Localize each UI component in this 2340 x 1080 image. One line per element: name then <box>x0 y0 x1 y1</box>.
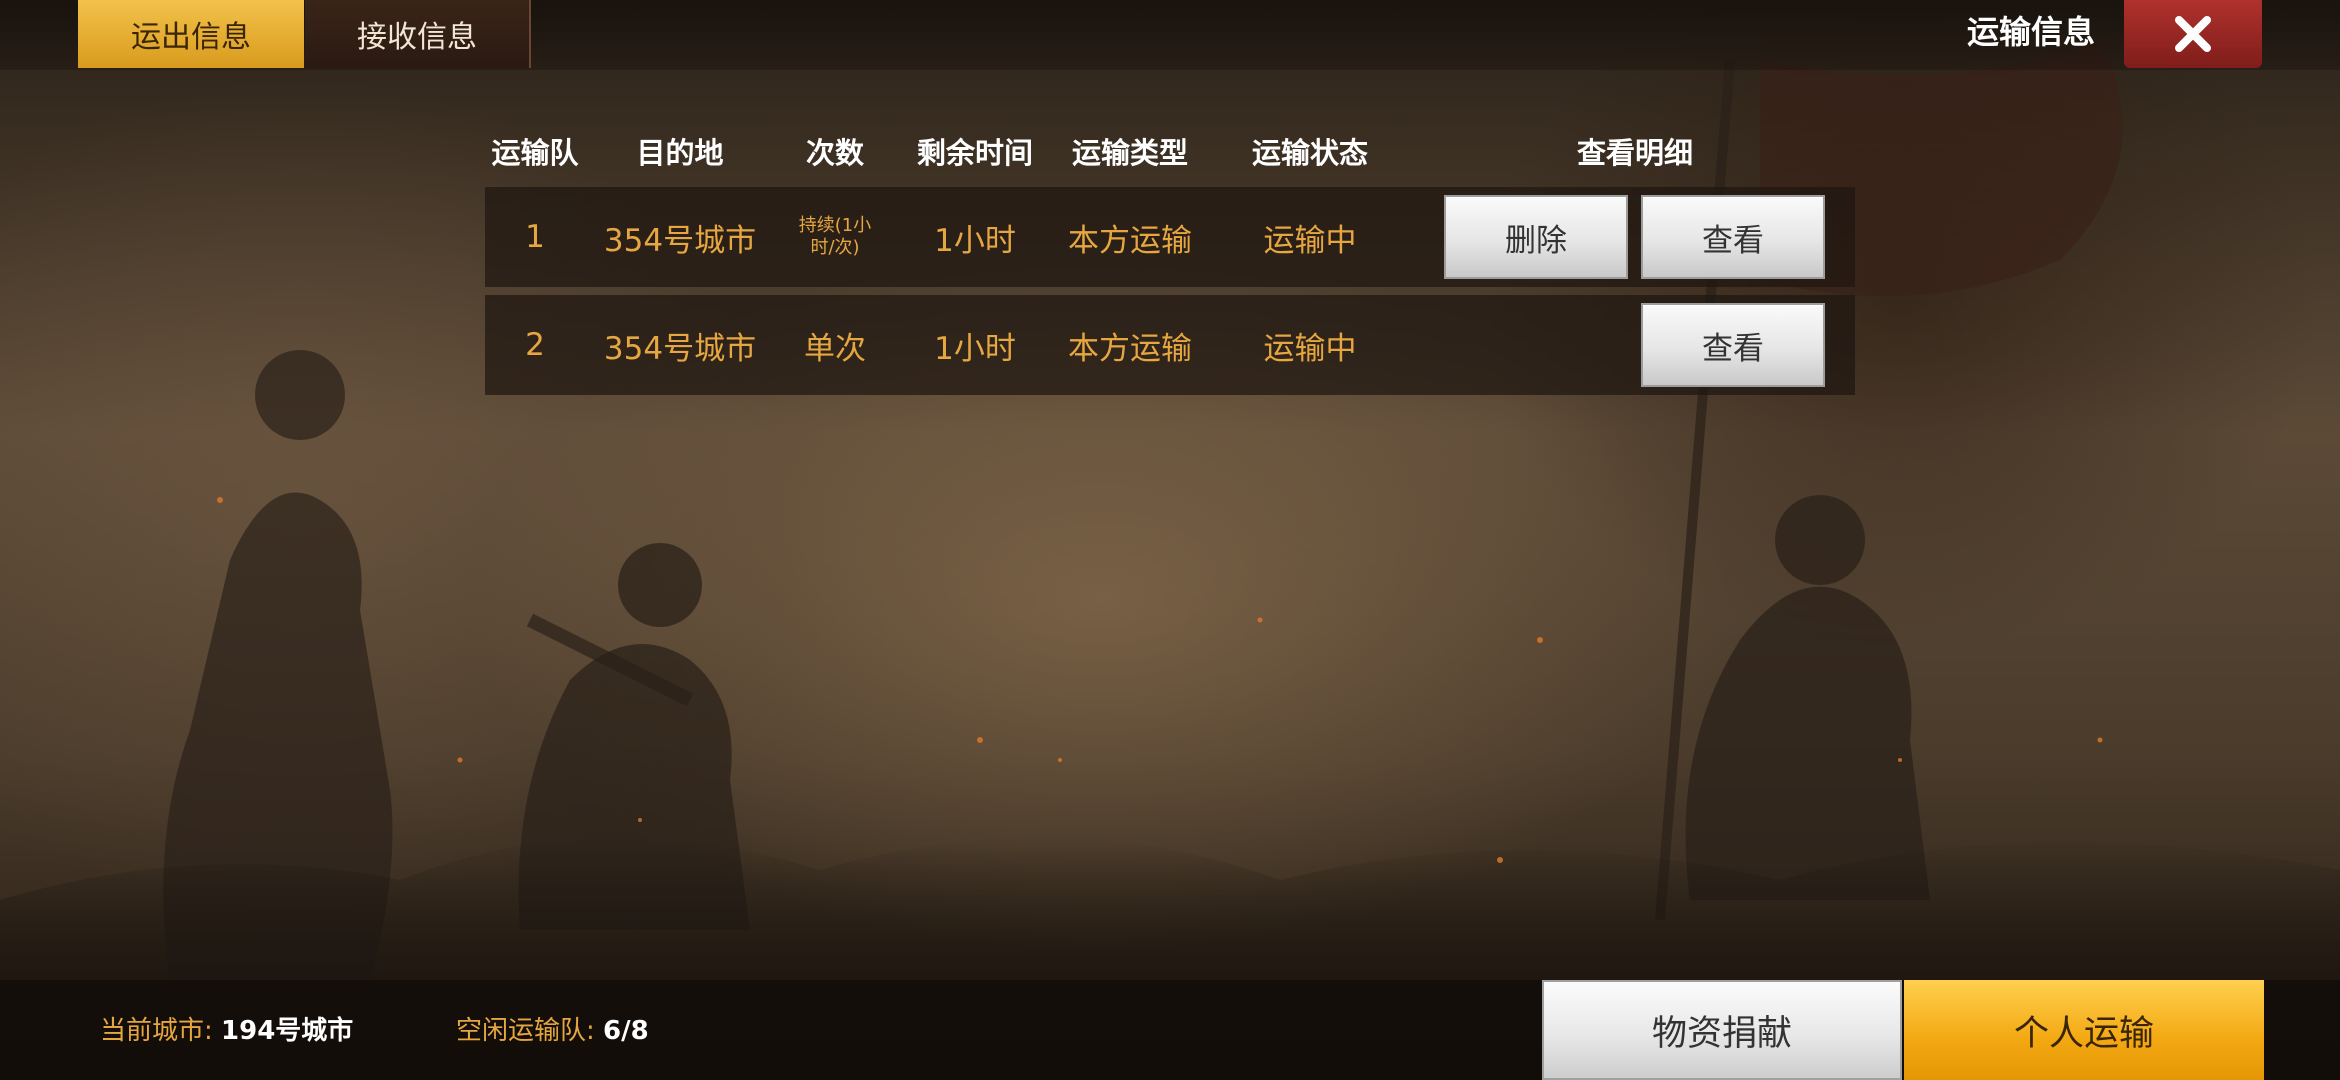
team-number: 1 <box>525 219 545 255</box>
view-button[interactable]: 查看 <box>1641 195 1825 279</box>
donate-supplies-button[interactable]: 物资捐献 <box>1542 980 1902 1080</box>
idle-teams-info: 空闲运输队: 6/8 <box>456 1010 649 1047</box>
tab-outgoing-info[interactable]: 运出信息 <box>78 0 304 68</box>
current-city-label: 当前城市: <box>100 1016 213 1046</box>
table-row: 2 354号城市 单次 1小时 本方运输 运输中 查看 <box>485 295 1855 395</box>
header-remaining-time: 剩余时间 <box>916 136 1033 170</box>
window-title: 运输信息 <box>1966 13 2095 51</box>
header-detail: 查看明细 <box>1576 136 1693 170</box>
remaining-time: 1小时 <box>934 222 1016 259</box>
view-button[interactable]: 查看 <box>1641 303 1825 387</box>
header-destination: 目的地 <box>636 136 724 170</box>
transport-table: 运输队 目的地 次数 剩余时间 运输类型 运输状态 查看明细 1 354号城市 … <box>485 125 1855 395</box>
transport-type: 本方运输 <box>1068 222 1192 259</box>
current-city-info: 当前城市: 194号城市 <box>100 1010 353 1047</box>
header-count: 次数 <box>805 136 864 170</box>
header-team: 运输队 <box>491 136 579 170</box>
count-value: 持续(1小时/次) <box>798 215 872 258</box>
transport-status: 运输中 <box>1263 222 1357 259</box>
transport-type: 本方运输 <box>1068 330 1192 367</box>
table-header: 运输队 目的地 次数 剩余时间 运输类型 运输状态 查看明细 <box>485 125 1855 177</box>
destination: 354号城市 <box>603 330 757 367</box>
count-value: 单次 <box>804 330 866 367</box>
current-city-value: 194号城市 <box>221 1016 354 1046</box>
count-cell: 持续(1小时/次) <box>775 187 895 287</box>
destination: 354号城市 <box>603 222 757 259</box>
idle-teams-label: 空闲运输队: <box>456 1016 595 1046</box>
table-row: 1 354号城市 持续(1小时/次) 1小时 本方运输 运输中 删除 查看 <box>485 187 1855 287</box>
header-transport-type: 运输类型 <box>1071 136 1188 170</box>
idle-teams-value: 6/8 <box>603 1016 649 1046</box>
remaining-time: 1小时 <box>934 330 1016 367</box>
delete-button[interactable]: 删除 <box>1444 195 1628 279</box>
team-number: 2 <box>525 327 545 363</box>
personal-transport-button[interactable]: 个人运输 <box>1904 980 2264 1080</box>
close-icon <box>2175 16 2211 52</box>
transport-status: 运输中 <box>1263 330 1357 367</box>
tab-incoming-info[interactable]: 接收信息 <box>305 0 531 68</box>
header-transport-status: 运输状态 <box>1251 136 1368 170</box>
close-button[interactable] <box>2124 0 2262 68</box>
